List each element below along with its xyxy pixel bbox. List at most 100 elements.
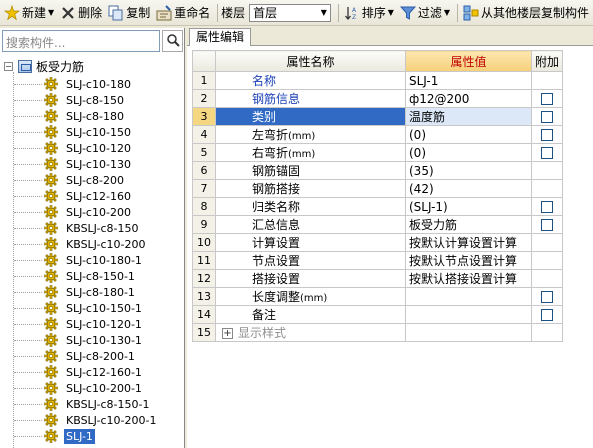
search-button[interactable] — [162, 30, 183, 52]
property-name-cell: 钢筋搭接 — [215, 179, 406, 198]
extra-header: 附加 — [530, 50, 564, 72]
tree-connector — [14, 163, 42, 165]
floor-label: 楼层 — [221, 6, 246, 20]
property-name: 汇总信息 — [252, 218, 301, 232]
tree-item-label: SLJ-c10-120 — [66, 141, 131, 155]
tree-item-label: SLJ-c8-180 — [66, 109, 124, 123]
extra-cell — [530, 197, 564, 216]
tree-connector — [14, 243, 42, 245]
property-row[interactable]: 12 搭接设置 按默认搭接设置计算 — [192, 269, 564, 288]
tree-item-label: SLJ-c12-160 — [66, 189, 131, 203]
rebar-component-icon — [44, 109, 58, 123]
property-unit: (mm) — [288, 131, 316, 142]
property-row[interactable]: 14 备注 — [192, 305, 564, 324]
property-name: 右弯折 — [252, 146, 289, 160]
property-value-cell[interactable]: 温度筋 — [405, 107, 532, 126]
property-name: 搭接设置 — [252, 272, 301, 286]
tree-item-label: SLJ-c10-130 — [66, 157, 131, 171]
property-value-cell[interactable]: 按默认节点设置计算 — [405, 251, 532, 270]
property-value-cell[interactable] — [405, 305, 532, 324]
copy-button[interactable]: 复制 — [106, 2, 152, 24]
property-row[interactable]: 2 钢筋信息 ф12@200 — [192, 89, 564, 108]
extra-checkbox[interactable] — [541, 309, 553, 321]
extra-checkbox[interactable] — [541, 93, 553, 105]
property-row[interactable]: 8 归类名称 (SLJ-1) — [192, 197, 564, 216]
filter-button[interactable]: 过滤 ▼ — [398, 2, 452, 24]
property-unit: (mm) — [300, 293, 328, 304]
tree-item[interactable]: SLJ-1 — [14, 427, 95, 445]
floor-value: 首层 — [253, 6, 278, 20]
property-value-cell[interactable]: SLJ-1 — [405, 71, 532, 90]
property-row[interactable]: 5 右弯折(mm) (0) — [192, 143, 564, 162]
extra-cell — [530, 161, 564, 180]
property-row[interactable]: 6 钢筋锚固 (35) — [192, 161, 564, 180]
extra-checkbox[interactable] — [541, 129, 553, 141]
tree-root[interactable]: − 板受力筋 — [4, 57, 84, 75]
rebar-component-icon — [44, 205, 58, 219]
tab-property-edit[interactable]: 属性编辑 — [189, 28, 252, 46]
rebar-component-icon — [44, 141, 58, 155]
property-panel: 属性编辑 属性名称 属性值 附加 1 名称 SLJ-1 2 钢筋信息 ф12@200 3 类别… — [187, 28, 593, 448]
property-name: 钢筋信息 — [252, 92, 301, 106]
property-row[interactable]: 10 计算设置 按默认计算设置计算 — [192, 233, 564, 252]
property-value-cell[interactable]: (42) — [405, 179, 532, 198]
tree-connector — [14, 307, 42, 309]
new-button[interactable]: 新建 ▼ — [2, 2, 56, 24]
new-label: 新建 — [22, 6, 47, 20]
property-row[interactable]: 11 节点设置 按默认节点设置计算 — [192, 251, 564, 270]
search-icon — [166, 33, 180, 50]
delete-icon — [60, 5, 76, 21]
rebar-component-icon — [44, 269, 58, 283]
tree-connector — [14, 211, 42, 213]
property-row[interactable]: 1 名称 SLJ-1 — [192, 71, 564, 90]
collapse-icon[interactable]: − — [4, 61, 13, 71]
tree-connector — [14, 227, 42, 229]
tree-connector — [14, 131, 42, 133]
property-value-cell[interactable]: (SLJ-1) — [405, 197, 532, 216]
copy-from-floor-button[interactable]: 从其他楼层复制构件 — [461, 2, 591, 24]
delete-button[interactable]: 删除 — [58, 2, 104, 24]
sort-dropdown-icon[interactable]: ▼ — [388, 8, 394, 17]
filter-dropdown-icon[interactable]: ▼ — [444, 8, 450, 17]
property-row[interactable]: 4 左弯折(mm) (0) — [192, 125, 564, 144]
property-name-cell: 汇总信息 — [215, 215, 406, 234]
rename-button[interactable]: 重命名 — [154, 2, 212, 24]
tree-item-label: SLJ-c10-120-1 — [66, 317, 142, 331]
rebar-component-icon — [44, 93, 58, 107]
tree-item-label: KBSLJ-c8-150-1 — [66, 397, 150, 411]
property-value-cell[interactable]: (0) — [405, 125, 532, 144]
property-value-cell[interactable] — [405, 323, 532, 342]
row-number: 1 — [192, 71, 216, 90]
rebar-component-icon — [44, 237, 58, 251]
extra-checkbox[interactable] — [541, 291, 553, 303]
expand-icon[interactable]: + — [222, 328, 233, 339]
property-row[interactable]: 13 长度调整(mm) — [192, 287, 564, 306]
property-value-cell[interactable]: ф12@200 — [405, 89, 532, 108]
sort-button[interactable]: AZ 排序 ▼ — [342, 2, 396, 24]
floor-select[interactable]: 首层 ▼ — [249, 3, 331, 22]
property-row[interactable]: 9 汇总信息 板受力筋 — [192, 215, 564, 234]
property-value-cell[interactable]: (35) — [405, 161, 532, 180]
tree-connector — [14, 115, 42, 117]
property-value-cell[interactable]: 按默认搭接设置计算 — [405, 269, 532, 288]
extra-checkbox[interactable] — [541, 147, 553, 159]
chevron-down-icon[interactable]: ▼ — [318, 8, 330, 17]
row-number: 6 — [192, 161, 216, 180]
extra-checkbox[interactable] — [541, 201, 553, 213]
property-value-cell[interactable]: 板受力筋 — [405, 215, 532, 234]
property-row[interactable]: 15 + 显示样式 — [192, 323, 564, 342]
extra-cell — [530, 107, 564, 126]
tree-item-label: SLJ-c8-200 — [66, 173, 124, 187]
search-input[interactable]: 搜索构件... — [2, 30, 160, 52]
property-name: 计算设置 — [252, 236, 301, 250]
property-value-cell[interactable] — [405, 287, 532, 306]
new-dropdown-icon[interactable]: ▼ — [48, 8, 54, 17]
property-value-cell[interactable]: (0) — [405, 143, 532, 162]
property-name: 备注 — [252, 308, 277, 322]
extra-cell — [530, 179, 564, 198]
property-row[interactable]: 7 钢筋搭接 (42) — [192, 179, 564, 198]
extra-checkbox[interactable] — [541, 111, 553, 123]
property-row[interactable]: 3 类别 温度筋 — [192, 107, 564, 126]
property-value-cell[interactable]: 按默认计算设置计算 — [405, 233, 532, 252]
extra-checkbox[interactable] — [541, 219, 553, 231]
